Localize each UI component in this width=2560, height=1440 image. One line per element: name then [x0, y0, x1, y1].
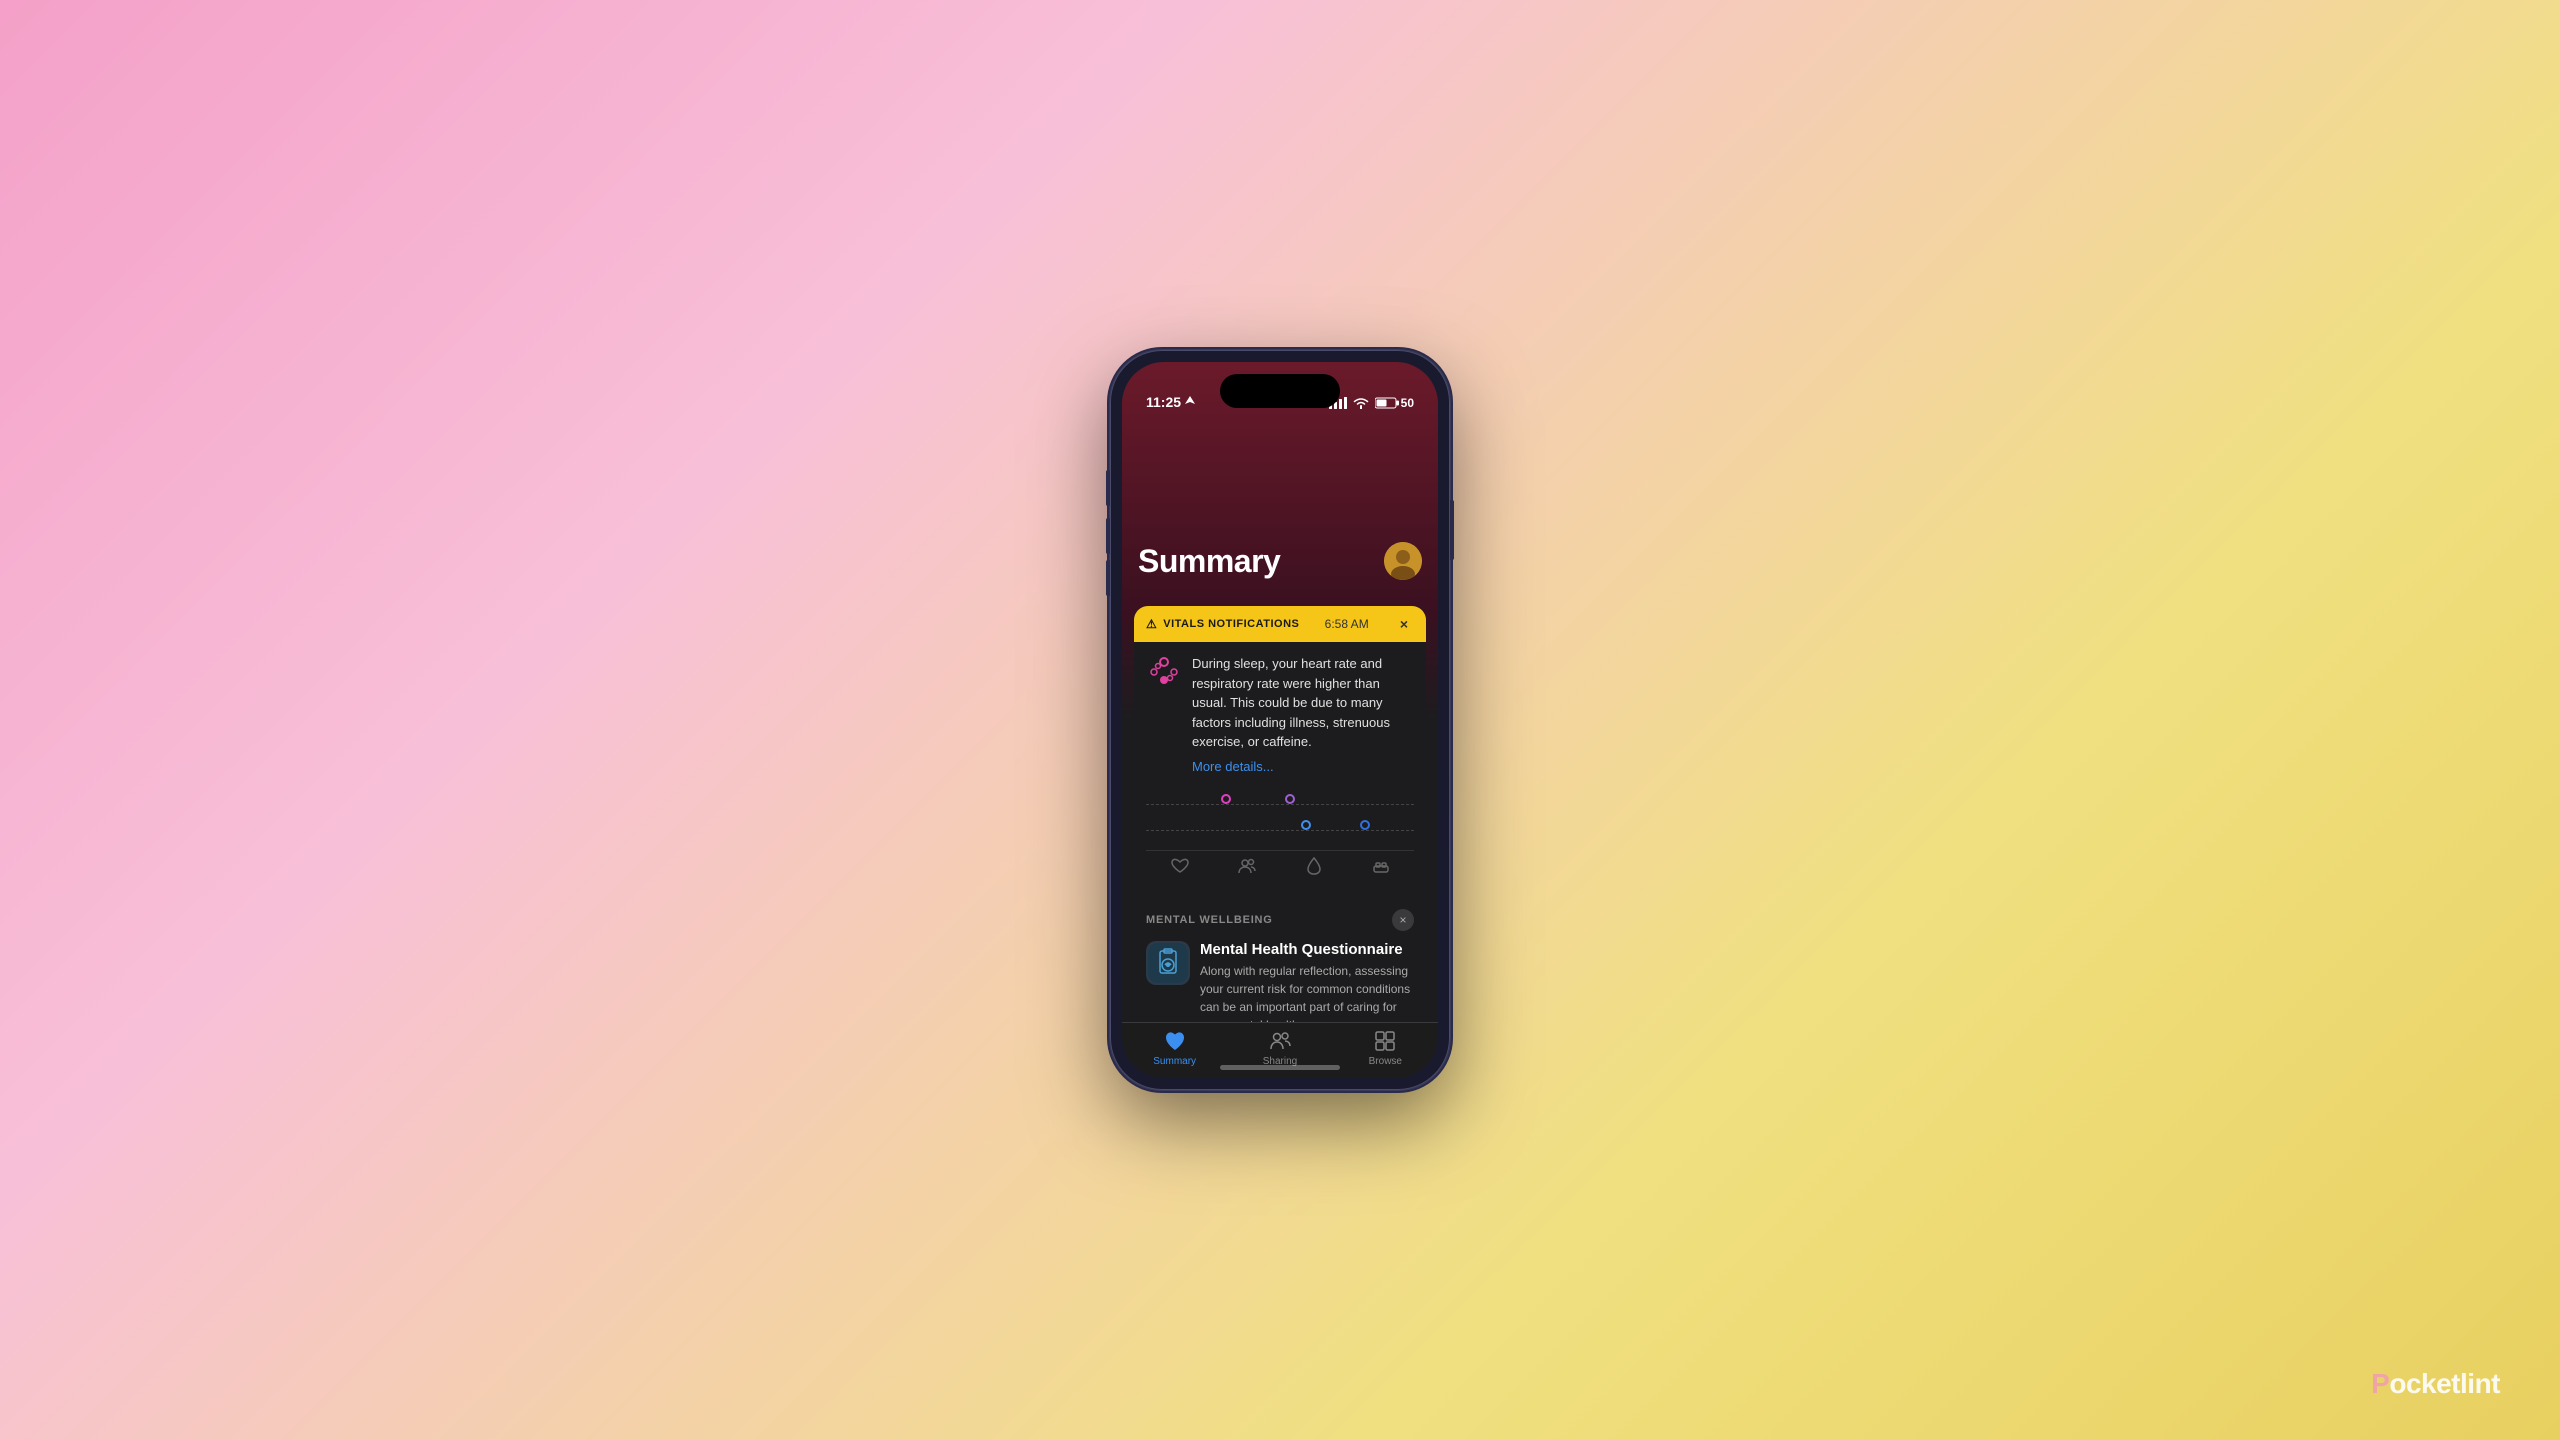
mental-body: Mental Health Questionnaire Along with r…: [1134, 937, 1426, 1023]
status-time: 11:25: [1146, 394, 1181, 410]
dots-svg: [1146, 654, 1182, 690]
scroll-content[interactable]: Summary: [1122, 362, 1438, 1022]
avatar-icon: [1384, 542, 1422, 580]
avatar-image: [1384, 542, 1422, 580]
tab-sharing[interactable]: Sharing: [1227, 1029, 1332, 1067]
home-indicator: [1220, 1065, 1340, 1070]
avatar-button[interactable]: [1384, 542, 1422, 580]
mental-wellbeing-card: MENTAL WELLBEING ×: [1134, 899, 1426, 1023]
tab-browse[interactable]: Browse: [1333, 1029, 1438, 1067]
chart-icon-people: [1236, 855, 1258, 877]
browse-tab-label: Browse: [1369, 1056, 1402, 1067]
watermark-rest: ocketlint: [2389, 1368, 2500, 1399]
chart-icon-sleep: [1370, 855, 1392, 877]
sleep-icon: [1372, 858, 1390, 874]
chart-dot-1: [1221, 794, 1231, 804]
vitals-chart: [1134, 788, 1426, 889]
status-icons: 50: [1329, 396, 1414, 410]
vitals-dots-icon: [1146, 654, 1182, 690]
wifi-icon: [1353, 397, 1369, 409]
mental-header-label: MENTAL WELLBEING: [1146, 914, 1273, 926]
sharing-icon: [1237, 858, 1257, 874]
vitals-header: ⚠ VITALS NOTIFICATIONS 6:58 AM ×: [1134, 606, 1426, 642]
mental-description: Along with regular reflection, assessing…: [1200, 962, 1414, 1023]
sharing-tab-icon: [1268, 1029, 1292, 1053]
chart-row-1: [1146, 792, 1414, 816]
app-content: 11:25: [1122, 362, 1438, 1078]
watermark: Pocketlint: [2371, 1368, 2500, 1400]
battery-indicator: 50: [1375, 396, 1414, 410]
more-details-link[interactable]: More details...: [1192, 759, 1274, 774]
mental-text-area: Mental Health Questionnaire Along with r…: [1200, 941, 1414, 1023]
phone-screen: 11:25: [1122, 362, 1438, 1078]
droplet-icon: [1306, 857, 1322, 875]
app-title: Summary: [1138, 543, 1280, 580]
content-inner: Summary: [1122, 482, 1438, 1022]
mental-icon-area: [1146, 941, 1190, 985]
status-time-area: 11:25: [1146, 394, 1195, 410]
mental-header: MENTAL WELLBEING ×: [1134, 899, 1426, 937]
chart-icon-drops: [1303, 855, 1325, 877]
vitals-time: 6:58 AM: [1325, 617, 1369, 631]
summary-tab-label: Summary: [1153, 1056, 1196, 1067]
location-icon: [1185, 396, 1195, 408]
watermark-p: P: [2371, 1368, 2389, 1399]
vitals-text: During sleep, your heart rate and respir…: [1192, 654, 1414, 776]
chart-dot-3: [1301, 820, 1311, 830]
battery-icon: [1375, 397, 1399, 409]
vitals-message: During sleep, your heart rate and respir…: [1192, 654, 1414, 752]
summary-tab-icon: [1163, 1029, 1187, 1053]
chart-dot-2: [1285, 794, 1295, 804]
warning-icon: ⚠: [1146, 617, 1157, 631]
battery-percent: 50: [1401, 396, 1414, 410]
mental-title: Mental Health Questionnaire: [1200, 941, 1414, 958]
browse-tab-icon: [1373, 1029, 1397, 1053]
dashed-line-2: [1146, 830, 1414, 831]
chart-row-2: [1146, 818, 1414, 842]
vitals-icon-area: [1146, 654, 1182, 690]
dashed-line-1: [1146, 804, 1414, 805]
heart-icon: [1171, 858, 1189, 874]
vitals-header-left: ⚠ VITALS NOTIFICATIONS: [1146, 617, 1299, 631]
phone-shell: 11:25: [1110, 350, 1450, 1090]
app-header: Summary: [1134, 482, 1426, 596]
tab-summary[interactable]: Summary: [1122, 1029, 1227, 1067]
mental-health-icon: [1148, 943, 1188, 983]
vitals-close-button[interactable]: ×: [1394, 614, 1414, 634]
vitals-card: ⚠ VITALS NOTIFICATIONS 6:58 AM ×: [1134, 606, 1426, 889]
chart-bottom-icons: [1146, 850, 1414, 881]
chart-icon-heart: [1169, 855, 1191, 877]
dynamic-island: [1220, 374, 1340, 408]
vitals-body: During sleep, your heart rate and respir…: [1134, 642, 1426, 788]
chart-dot-4: [1360, 820, 1370, 830]
vitals-header-label: VITALS NOTIFICATIONS: [1163, 618, 1299, 630]
mental-close-button[interactable]: ×: [1392, 909, 1414, 931]
